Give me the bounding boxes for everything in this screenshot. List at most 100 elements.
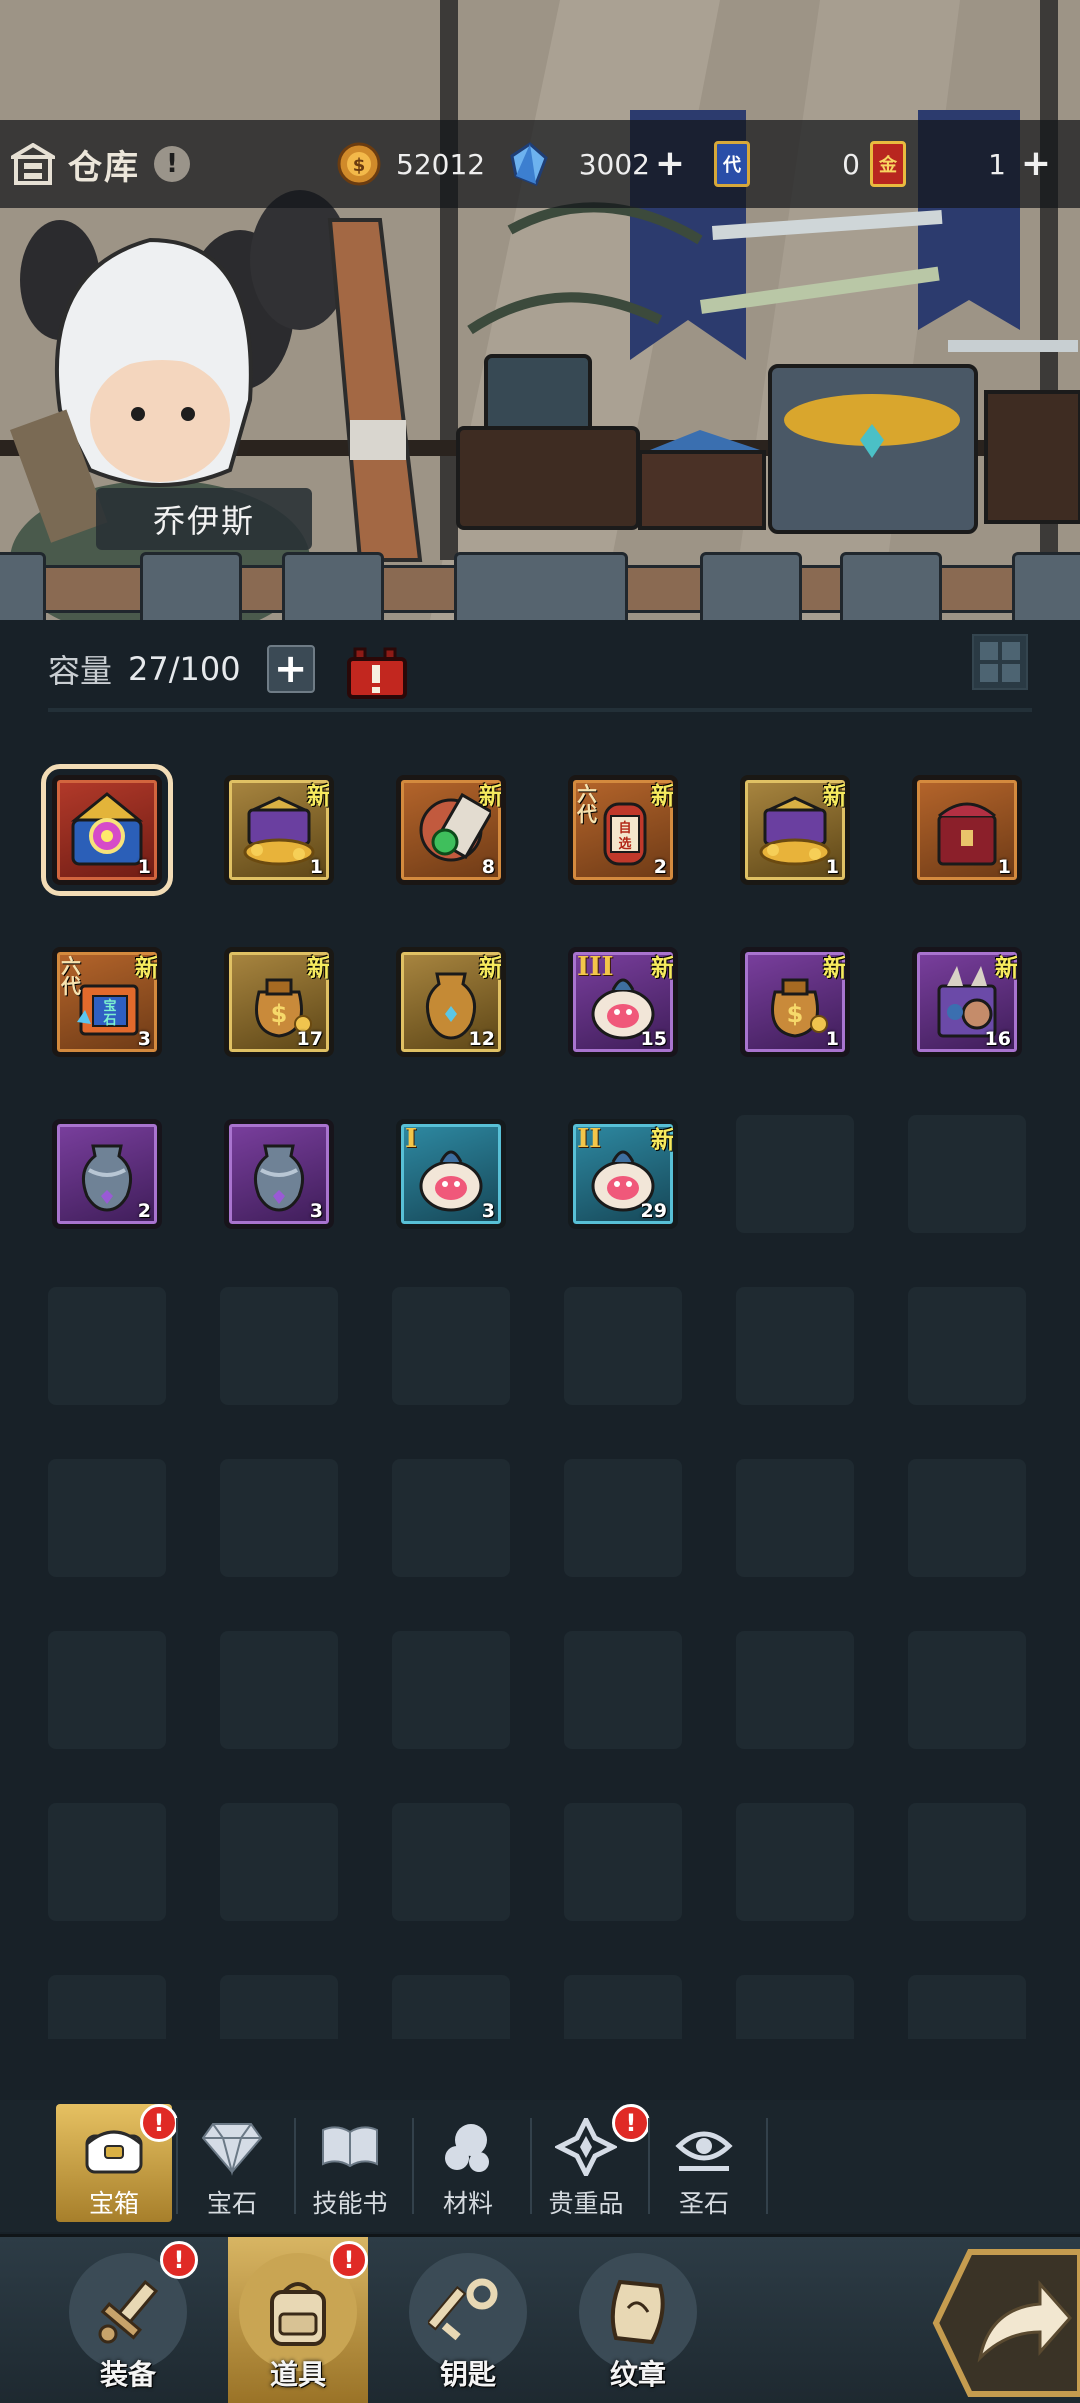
inventory-item-potion-sack[interactable]: III 新 15 — [568, 947, 678, 1057]
empty-slot — [564, 1803, 682, 1921]
gold-ticket-amount: 1 — [988, 147, 1006, 181]
nav-sword[interactable]: 装备! — [58, 2237, 198, 2403]
capacity-label: 容量 — [48, 652, 113, 690]
nav-key[interactable]: 钥匙 — [398, 2237, 538, 2403]
tab-label: 宝石 — [206, 2189, 257, 2218]
shelf-bracket — [0, 552, 46, 620]
nav-backpack[interactable]: 道具! — [228, 2237, 368, 2403]
blue-ticket-icon: 代 — [714, 141, 750, 187]
empty-slot — [392, 1287, 510, 1405]
empty-slot — [48, 1803, 166, 1921]
inventory-item-red-chest[interactable]: 1 — [912, 775, 1022, 885]
empty-slot — [908, 1803, 1026, 1921]
inventory-item-potion-sack[interactable]: I3 — [396, 1119, 506, 1229]
new-badge: 新 — [823, 954, 847, 982]
blue-ticket-currency: 代 0 — [714, 138, 864, 190]
inventory-item-gold-chest[interactable]: 新1 — [224, 775, 334, 885]
new-badge: 新 — [651, 954, 675, 982]
empty-slot — [48, 1631, 166, 1749]
empty-slot — [736, 1459, 854, 1577]
shelf-bracket — [454, 552, 628, 620]
alert-badge: ! — [612, 2104, 650, 2142]
new-badge: 新 — [307, 782, 331, 810]
item-count: 1 — [825, 856, 839, 878]
inventory-item-potion-sack[interactable]: II 新 29 — [568, 1119, 678, 1229]
inventory-item-herb-scroll[interactable]: 新8 — [396, 775, 506, 885]
tab-gem[interactable]: 宝石 — [174, 2104, 290, 2222]
inventory-item-chest-emblem[interactable]: 1 — [41, 764, 173, 896]
shelf-bracket — [700, 552, 802, 620]
gold-ticket-currency: 金 1 + — [870, 138, 1070, 190]
sell-bag-icon[interactable] — [345, 639, 407, 699]
inventory-item-money-bag[interactable]: $ 新 1 — [740, 947, 850, 1057]
svg-text:自: 自 — [618, 820, 631, 836]
forward-arrow-button[interactable] — [930, 2248, 1080, 2398]
inventory-item-claw-chest[interactable]: 新 16 — [912, 947, 1022, 1057]
tab-chest[interactable]: 宝箱! — [56, 2104, 178, 2222]
tab-book[interactable]: 技能书 — [292, 2104, 408, 2222]
gold-amount: 52012 — [396, 147, 486, 181]
material-icon — [433, 2114, 503, 2180]
new-badge: 新 — [479, 954, 503, 982]
empty-slot — [564, 1459, 682, 1577]
info-icon[interactable]: ! — [154, 146, 190, 182]
generation-label: 六代 — [577, 782, 597, 826]
new-badge: 新 — [651, 1126, 675, 1154]
empty-slot — [908, 1287, 1026, 1405]
inventory-item-silver-vase[interactable]: 2 — [52, 1119, 162, 1229]
potion-sack-icon — [411, 1134, 491, 1214]
empty-slot — [736, 1975, 854, 2039]
empty-slot — [908, 1975, 1026, 2039]
svg-text:选: 选 — [618, 836, 631, 852]
chest-emblem-icon — [67, 790, 147, 870]
silver-vase-icon — [239, 1134, 319, 1214]
item-count: 1 — [137, 856, 151, 878]
item-count: 3 — [309, 1200, 323, 1222]
page-title: 仓库 — [68, 147, 140, 188]
empty-slot — [564, 1287, 682, 1405]
tab-holy-stone[interactable]: 圣石 — [646, 2104, 762, 2222]
empty-slot — [220, 1287, 338, 1405]
item-count: 1 — [825, 1028, 839, 1050]
nav-emblem[interactable]: 纹章 — [568, 2237, 708, 2403]
inventory-item-selection-jar[interactable]: 自选 六代 新 2 — [568, 775, 678, 885]
add-gold-ticket-button[interactable]: + — [1018, 146, 1054, 182]
character-name: 乔伊斯 — [152, 502, 255, 540]
silver-vase-icon — [67, 1134, 147, 1214]
svg-text:石: 石 — [102, 1013, 116, 1028]
holy-stone-icon — [669, 2114, 739, 2180]
shelf-bracket — [840, 552, 942, 620]
empty-slot — [736, 1803, 854, 1921]
warehouse-scene: 乔伊斯 — [0, 0, 1080, 620]
inventory-item-money-bag[interactable]: $ 新 17 — [224, 947, 334, 1057]
valuable-icon — [551, 2114, 621, 2180]
item-count: 12 — [468, 1028, 495, 1050]
tab-material[interactable]: 材料 — [410, 2104, 526, 2222]
empty-slot — [48, 1287, 166, 1405]
svg-text:$: $ — [353, 155, 366, 176]
add-crystal-button[interactable]: + — [652, 146, 688, 182]
capacity-value: 27/100 — [128, 650, 241, 688]
inventory-item-gold-chest[interactable]: 新1 — [740, 775, 850, 885]
grid-cell — [1002, 642, 1020, 660]
empty-slot — [220, 1459, 338, 1577]
generation-label: 六代 — [61, 954, 81, 998]
tier-label: I — [405, 1124, 418, 1154]
empty-slot — [736, 1287, 854, 1405]
inventory-item-gold-vase[interactable]: 新 12 — [396, 947, 506, 1057]
alert-badge: ! — [160, 2241, 198, 2279]
tier-label: II — [577, 1124, 602, 1154]
new-badge: 新 — [995, 954, 1019, 982]
crystal-currency: 3002 + — [506, 138, 686, 190]
nav-label: 道具 — [269, 2358, 326, 2391]
grid-view-toggle[interactable] — [972, 634, 1028, 690]
empty-slot — [48, 1975, 166, 2039]
tab-valuable[interactable]: 贵重品! — [528, 2104, 650, 2222]
inventory-item-gem-pack[interactable]: 宝石 六代 新 3 — [52, 947, 162, 1057]
inventory-item-silver-vase[interactable]: 3 — [224, 1119, 334, 1229]
chest-icon — [79, 2114, 149, 2180]
empty-slot — [908, 1459, 1026, 1577]
expand-capacity-button[interactable]: + — [266, 645, 315, 693]
alert-badge: ! — [140, 2104, 178, 2142]
empty-slot — [220, 1631, 338, 1749]
